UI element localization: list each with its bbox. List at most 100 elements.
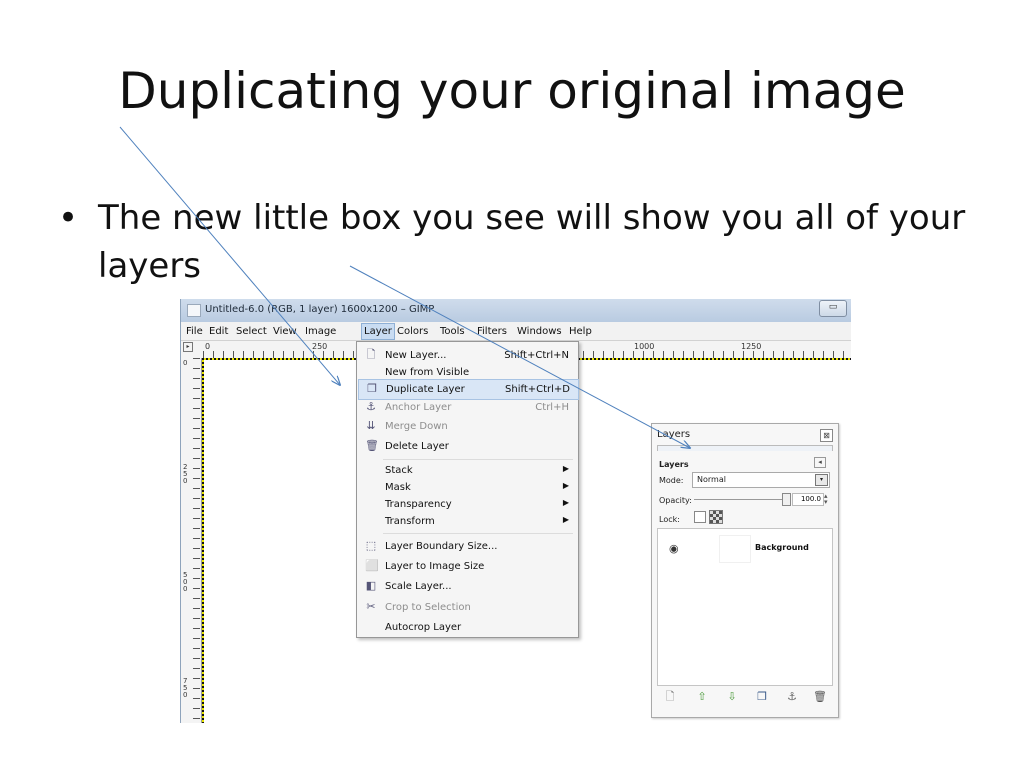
menu-item-shortcut: Shift+Ctrl+D — [505, 384, 570, 395]
menu-item-label: Transparency — [385, 499, 452, 510]
scale-layer-icon: ◧ — [365, 579, 377, 592]
opacity-slider-track[interactable] — [694, 499, 786, 500]
opacity-value-field[interactable]: 100.0 — [792, 493, 824, 506]
dock-heading: Layers — [659, 460, 689, 469]
menu-item-shortcut: Shift+Ctrl+N — [504, 350, 569, 361]
menu-layer[interactable]: Layer — [361, 323, 395, 340]
lock-label: Lock: — [659, 515, 680, 524]
menu-item-label: Transform — [385, 516, 435, 527]
menu-item-label: Layer to Image Size — [385, 561, 485, 572]
delete-icon: 🗑 — [365, 439, 379, 452]
ruler-ticks — [193, 358, 200, 723]
window-title: Untitled-6.0 (RGB, 1 layer) 1600x1200 – … — [205, 304, 435, 315]
ruler-label: 250 — [312, 342, 328, 351]
menu-item-autocrop-layer[interactable]: Autocrop Layer — [358, 618, 577, 637]
eye-icon[interactable]: ◉ — [669, 542, 679, 555]
ruler-label: 250 — [183, 463, 188, 485]
layer-boundary — [202, 358, 204, 723]
menu-tools[interactable]: Tools — [440, 326, 465, 337]
ruler-label: 500 — [183, 571, 188, 593]
menu-item-label: Anchor Layer — [385, 402, 452, 413]
navigate-icon[interactable]: ▸ — [183, 342, 193, 352]
menu-item-duplicate-layer[interactable]: ❐ Duplicate Layer Shift+Ctrl+D — [358, 379, 579, 400]
submenu-arrow-icon: ▶ — [562, 515, 569, 524]
layer-list: ◉ Background — [657, 528, 833, 686]
menu-filters[interactable]: Filters — [477, 326, 507, 337]
crop-icon: ✂ — [366, 600, 376, 613]
anchor-layer-button[interactable]: ⚓ — [783, 688, 801, 706]
raise-layer-button[interactable]: ⇧ — [693, 688, 711, 706]
menu-image[interactable]: Image — [305, 326, 336, 337]
submenu-arrow-icon: ▶ — [562, 481, 569, 490]
menu-file[interactable]: File — [186, 326, 203, 337]
ruler-label: 1250 — [741, 342, 762, 351]
layer-thumbnail — [719, 535, 751, 563]
menu-separator — [383, 459, 573, 460]
menu-item-label: Crop to Selection — [385, 602, 471, 613]
menu-item-label: Duplicate Layer — [386, 384, 465, 395]
menu-item-label: New from Visible — [385, 367, 470, 378]
menu-item-label: Merge Down — [385, 421, 448, 432]
lower-layer-button[interactable]: ⇩ — [723, 688, 741, 706]
mode-value: Normal — [697, 475, 726, 484]
menu-colors[interactable]: Colors — [397, 326, 428, 337]
mode-label: Mode: — [659, 476, 684, 485]
lock-alpha-toggle[interactable] — [709, 510, 723, 524]
ruler-label: 0 — [205, 342, 211, 351]
layer-to-image-icon: ⬜ — [365, 559, 379, 572]
collapse-arrow-icon[interactable]: ◂ — [814, 457, 826, 468]
duplicate-layer-icon: ❐ — [367, 382, 377, 395]
opacity-slider-handle[interactable] — [782, 493, 791, 506]
ruler-label: 0 — [183, 359, 188, 367]
window-app-icon — [187, 304, 201, 317]
window-titlebar[interactable]: Untitled-6.0 (RGB, 1 layer) 1600x1200 – … — [181, 299, 851, 322]
dock-button-bar: 🗋 ⇧ ⇩ ❐ ⚓ 🗑 — [657, 688, 831, 708]
menu-item-delete-layer[interactable]: 🗑 Delete Layer — [358, 437, 577, 456]
menu-item-label: Autocrop Layer — [385, 622, 462, 633]
minimize-button[interactable]: ▭ — [819, 300, 847, 317]
menu-item-transform[interactable]: Transform ▶ — [358, 512, 577, 531]
layers-dock: Layers ⊠ Layers ◂ Mode: Normal ▾ Opacity… — [651, 423, 839, 718]
menu-item-shortcut: Ctrl+H — [535, 402, 569, 413]
menu-item-layer-to-image-size[interactable]: ⬜ Layer to Image Size — [358, 557, 577, 576]
menu-help[interactable]: Help — [569, 326, 592, 337]
new-layer-button[interactable]: 🗋 — [661, 688, 679, 706]
layer-menu-dropdown: 🗋 New Layer... Shift+Ctrl+N New from Vis… — [356, 341, 579, 638]
menu-edit[interactable]: Edit — [209, 326, 228, 337]
menu-select[interactable]: Select — [236, 326, 267, 337]
menu-item-merge-down[interactable]: ⇊ Merge Down — [358, 417, 577, 436]
merge-down-icon: ⇊ — [366, 419, 376, 432]
menu-item-crop-to-selection[interactable]: ✂ Crop to Selection — [358, 598, 577, 617]
lock-pixels-checkbox[interactable] — [694, 511, 706, 523]
mode-select[interactable]: Normal ▾ — [692, 472, 830, 488]
menubar: File Edit Select View Image Layer Colors… — [181, 322, 851, 341]
vertical-ruler: 0 250 500 750 — [181, 358, 202, 723]
ruler-label: 750 — [183, 677, 188, 699]
menu-item-layer-boundary-size[interactable]: ⬚ Layer Boundary Size... — [358, 537, 577, 556]
ruler-label: 1000 — [634, 342, 655, 351]
menu-item-label: Stack — [385, 465, 413, 476]
dock-tab-strip[interactable] — [657, 445, 833, 451]
submenu-arrow-icon: ▶ — [562, 498, 569, 507]
menu-windows[interactable]: Windows — [517, 326, 562, 337]
slide-title: Duplicating your original image — [118, 62, 906, 120]
menu-item-scale-layer[interactable]: ◧ Scale Layer... — [358, 577, 577, 596]
opacity-label: Opacity: — [659, 496, 692, 505]
close-icon[interactable]: ⊠ — [820, 429, 833, 442]
menu-item-label: Mask — [385, 482, 411, 493]
submenu-arrow-icon: ▶ — [562, 464, 569, 473]
menu-view[interactable]: View — [273, 326, 297, 337]
menu-item-label: Delete Layer — [385, 441, 449, 452]
dock-title: Layers — [657, 429, 691, 440]
menu-item-label: Layer Boundary Size... — [385, 541, 498, 552]
menu-item-anchor-layer[interactable]: ⚓ Anchor Layer Ctrl+H — [358, 398, 577, 417]
spin-arrows-icon[interactable]: ▴ ▾ — [824, 493, 828, 506]
delete-layer-button[interactable]: 🗑 — [811, 688, 829, 706]
layer-row[interactable]: ◉ Background — [659, 535, 831, 563]
menu-item-label: Scale Layer... — [385, 581, 452, 592]
layer-name: Background — [755, 543, 809, 552]
duplicate-layer-button[interactable]: ❐ — [753, 688, 771, 706]
chevron-down-icon[interactable]: ▾ — [815, 474, 828, 486]
bullet-symbol: • — [58, 198, 79, 238]
menu-separator — [383, 533, 573, 534]
